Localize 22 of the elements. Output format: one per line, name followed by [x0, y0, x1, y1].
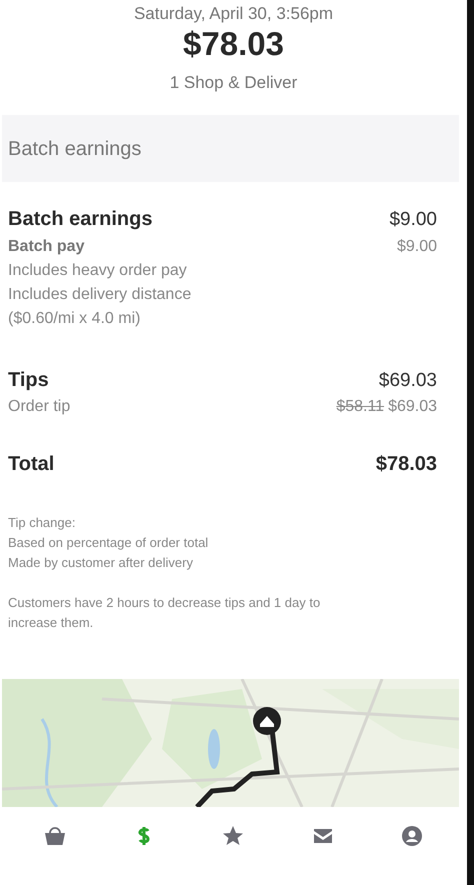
- note-text: Includes heavy order pay: [8, 260, 187, 281]
- line-label: Order tip: [8, 397, 70, 418]
- previous-amount: $58.11: [336, 397, 384, 418]
- note-text: ($0.60/mi x 4.0 mi): [8, 308, 140, 329]
- note-text: Made by customer after delivery: [8, 554, 194, 572]
- date-text: Saturday, April 30, 3:56pm: [132, 4, 334, 24]
- batch-type-text: 1 Shop & Deliver: [168, 72, 298, 94]
- note-text: Tip change:: [8, 514, 76, 532]
- note-text: Based on percentage of order total: [8, 534, 210, 552]
- group-title: Batch earnings: [8, 207, 152, 232]
- section-title: Batch earnings: [8, 136, 142, 162]
- group-title: Tips: [8, 368, 49, 393]
- line-amount: $9.00: [396, 236, 437, 257]
- group-amount: $9.00: [389, 208, 437, 232]
- policy-text: Customers have 2 hours to decrease tips and 1 day to increase them.: [7, 594, 322, 632]
- total-value: $78.03: [376, 452, 437, 478]
- total-label: Total: [8, 452, 54, 478]
- group-amount: $69.03: [378, 368, 437, 393]
- note-text: Includes delivery distance: [8, 284, 192, 305]
- total-amount: $78.03: [182, 24, 285, 64]
- line-amount: $69.03: [388, 397, 437, 418]
- line-label: Batch pay: [8, 236, 84, 257]
